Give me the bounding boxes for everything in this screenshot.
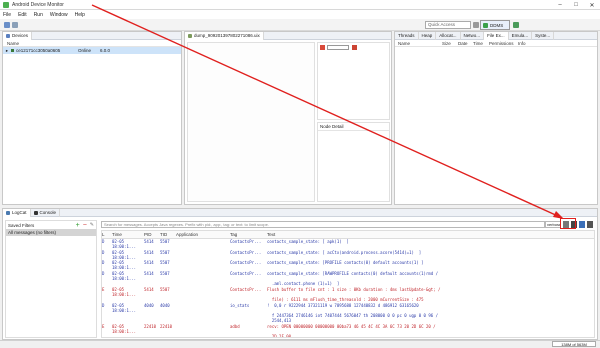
annotation-arrow bbox=[91, 4, 564, 219]
status-bar bbox=[0, 340, 600, 348]
memory-text: 138M of 563M bbox=[561, 341, 587, 347]
memory-indicator[interactable]: 138M of 563M bbox=[552, 341, 596, 347]
